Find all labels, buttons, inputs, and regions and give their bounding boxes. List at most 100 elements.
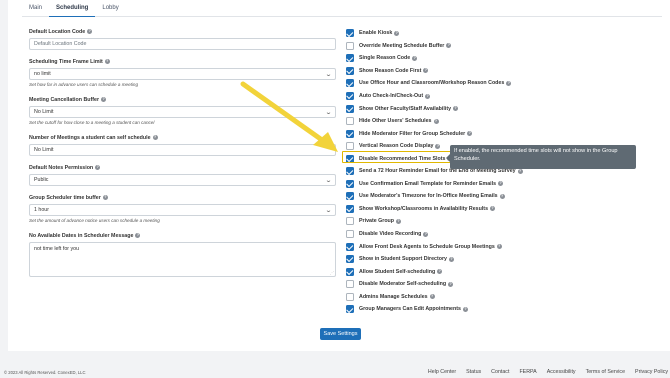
- help-icon[interactable]: ?: [396, 218, 402, 224]
- checkbox-label: Allow Student Self-scheduling?: [359, 268, 443, 275]
- help-icon[interactable]: ?: [135, 233, 141, 238]
- checkbox[interactable]: [346, 255, 354, 264]
- time-frame-label: Scheduling Time Frame Limit: [29, 58, 103, 65]
- help-icon[interactable]: ?: [152, 135, 158, 140]
- checkbox-label-text: Show in Student Support Directory: [359, 256, 447, 263]
- notes-permission-select[interactable]: Public ⌄: [29, 174, 336, 186]
- help-icon[interactable]: ?: [437, 269, 443, 275]
- tab-main[interactable]: Main: [22, 0, 49, 17]
- checkbox-row[interactable]: Show Workshop/Classrooms in Availability…: [346, 203, 546, 216]
- help-icon[interactable]: ?: [102, 195, 108, 200]
- checkbox-row[interactable]: Override Meeting Schedule Buffer?: [346, 40, 546, 53]
- help-icon[interactable]: ?: [453, 106, 459, 112]
- help-icon[interactable]: ?: [101, 97, 107, 102]
- checkbox[interactable]: [346, 204, 354, 213]
- checkbox-row[interactable]: Show in Student Support Directory?: [346, 253, 546, 266]
- checkbox-row[interactable]: Enable Kiosk?: [346, 27, 546, 40]
- help-icon[interactable]: ?: [499, 193, 505, 199]
- checkbox-row[interactable]: Auto Check-In/Check-Out?: [346, 90, 546, 103]
- footer-link-accessibility[interactable]: Accessibility: [547, 369, 576, 375]
- tab-scheduling[interactable]: Scheduling: [49, 0, 96, 17]
- checkbox[interactable]: [346, 41, 354, 50]
- checkbox[interactable]: [346, 230, 354, 239]
- chevron-down-icon: ⌄: [324, 71, 333, 78]
- checkbox[interactable]: [346, 54, 354, 63]
- time-frame-select[interactable]: no limit ⌄: [29, 68, 336, 80]
- cancellation-label: Meeting Cancellation Buffer: [29, 96, 100, 103]
- footer-link-help-center[interactable]: Help Center: [428, 369, 456, 375]
- checkbox[interactable]: [346, 79, 354, 88]
- checkbox[interactable]: [346, 179, 354, 188]
- help-icon[interactable]: ?: [423, 68, 429, 74]
- checkbox[interactable]: [346, 104, 354, 113]
- checkbox[interactable]: [346, 292, 354, 301]
- checkbox[interactable]: [346, 29, 354, 38]
- footer-link-terms[interactable]: Terms of Service: [586, 369, 625, 375]
- help-icon[interactable]: ?: [496, 244, 502, 250]
- footer-link-contact[interactable]: Contact: [491, 369, 509, 375]
- help-icon[interactable]: ?: [95, 165, 101, 170]
- checkbox-row[interactable]: Disable Video Recording?: [346, 228, 546, 241]
- checkbox-row[interactable]: Disable Moderator Self-scheduling?: [346, 278, 546, 291]
- checkbox[interactable]: [346, 267, 354, 276]
- checkbox-row[interactable]: Hide Other Users' Schedules?: [346, 115, 546, 128]
- footer-link-privacy[interactable]: Privacy Policy: [635, 369, 668, 375]
- help-icon[interactable]: ?: [462, 306, 468, 312]
- checkbox-label-text: Enable Kiosk: [359, 30, 393, 37]
- help-icon[interactable]: ?: [467, 131, 473, 137]
- checkbox[interactable]: [346, 142, 354, 151]
- checkbox[interactable]: [346, 192, 354, 201]
- save-settings-button[interactable]: Save Settings: [320, 328, 361, 340]
- checkbox[interactable]: [346, 129, 354, 138]
- footer-link-status[interactable]: Status: [466, 369, 481, 375]
- checkbox[interactable]: [346, 92, 354, 100]
- help-icon[interactable]: ?: [87, 29, 93, 34]
- cancellation-hint: Set the cutoff for how close to a meetin…: [29, 120, 155, 125]
- footer-link-ferpa[interactable]: FERPA: [519, 369, 536, 375]
- help-icon[interactable]: ?: [498, 181, 504, 187]
- checkbox-label: Enable Kiosk?: [359, 30, 400, 37]
- checkbox-row[interactable]: Show Reason Code First?: [346, 65, 546, 78]
- checkbox-row[interactable]: Allow Front Desk Agents to Schedule Grou…: [346, 240, 546, 253]
- checkbox-label-text: Allow Student Self-scheduling: [359, 268, 436, 275]
- checkbox-row[interactable]: Allow Student Self-scheduling?: [346, 265, 546, 278]
- help-icon[interactable]: ?: [423, 231, 429, 237]
- checkbox-row[interactable]: Show Other Faculty/Staff Availability?: [346, 102, 546, 115]
- checkbox[interactable]: [346, 167, 354, 176]
- checkbox-row[interactable]: Private Group?: [346, 215, 546, 228]
- help-icon[interactable]: ?: [449, 256, 454, 262]
- checkbox-row[interactable]: Use Confirmation Email Template for Remi…: [346, 178, 546, 191]
- help-icon[interactable]: ?: [448, 281, 454, 287]
- help-icon[interactable]: ?: [104, 59, 110, 64]
- tab-lobby[interactable]: Lobby: [95, 0, 125, 17]
- help-icon[interactable]: ?: [435, 143, 441, 149]
- help-icon[interactable]: ?: [446, 43, 452, 49]
- checkbox-row[interactable]: Use Office Hour and Classroom/Workshop R…: [346, 77, 546, 90]
- checkbox[interactable]: [346, 66, 354, 75]
- checkbox-label: Disable Video Recording?: [359, 231, 429, 237]
- checkbox-row[interactable]: Hide Moderator Filter for Group Schedule…: [346, 127, 546, 140]
- num-meetings-input[interactable]: No Limit: [29, 144, 336, 156]
- help-icon[interactable]: ?: [506, 80, 512, 86]
- checkbox[interactable]: [346, 305, 354, 314]
- help-icon[interactable]: ?: [412, 55, 418, 61]
- default-location-input[interactable]: Default Location Code: [29, 38, 336, 50]
- checkbox[interactable]: [346, 217, 354, 226]
- checkbox-row[interactable]: Admins Manage Schedules?: [346, 290, 546, 303]
- help-icon[interactable]: ?: [425, 93, 431, 99]
- checkbox-row[interactable]: Use Moderator's Timezone for In-Office M…: [346, 190, 546, 203]
- resize-grip-icon[interactable]: ⋰: [330, 270, 334, 275]
- help-icon[interactable]: ?: [394, 30, 400, 36]
- help-icon[interactable]: ?: [517, 168, 523, 174]
- help-icon[interactable]: ?: [490, 206, 496, 212]
- group-buffer-select[interactable]: 1 hour ⌄: [29, 204, 336, 216]
- help-icon[interactable]: ?: [429, 294, 435, 300]
- checkbox-row[interactable]: Group Managers Can Edit Appointments?: [346, 303, 546, 316]
- no-avail-textarea[interactable]: not time left for you ⋰: [29, 242, 336, 277]
- checkbox[interactable]: [346, 242, 354, 251]
- cancellation-select[interactable]: No Limit ⌄: [29, 106, 336, 118]
- checkbox-row[interactable]: Single Reason Code?: [346, 52, 546, 65]
- help-icon[interactable]: ?: [433, 118, 439, 124]
- checkbox[interactable]: [346, 117, 354, 126]
- checkbox[interactable]: [346, 280, 354, 289]
